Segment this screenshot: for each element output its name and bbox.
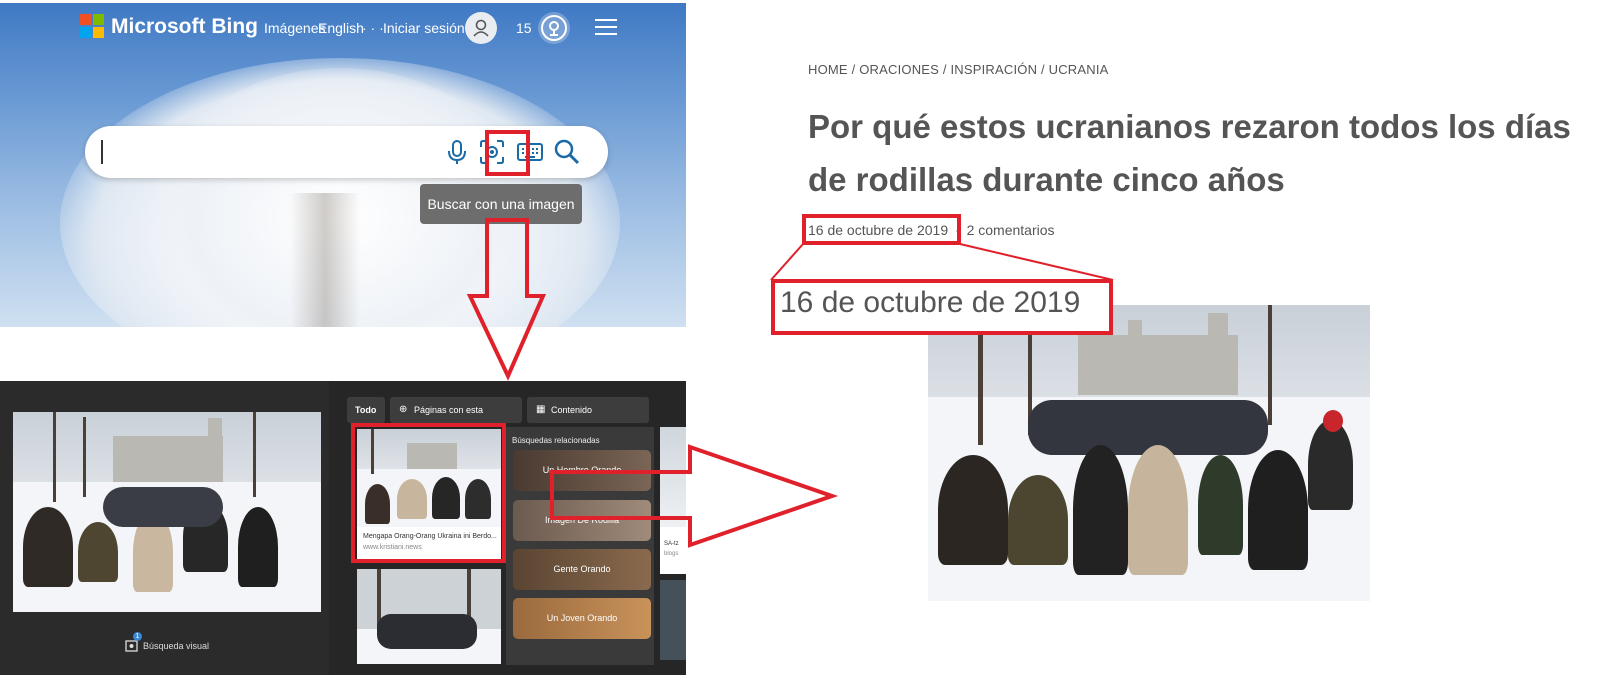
down-arrow xyxy=(466,218,547,381)
zoom-connector-left xyxy=(770,243,804,281)
zoom-connector-right xyxy=(959,243,1114,281)
right-arrow xyxy=(550,444,839,548)
annotation-arrows xyxy=(466,218,1114,548)
